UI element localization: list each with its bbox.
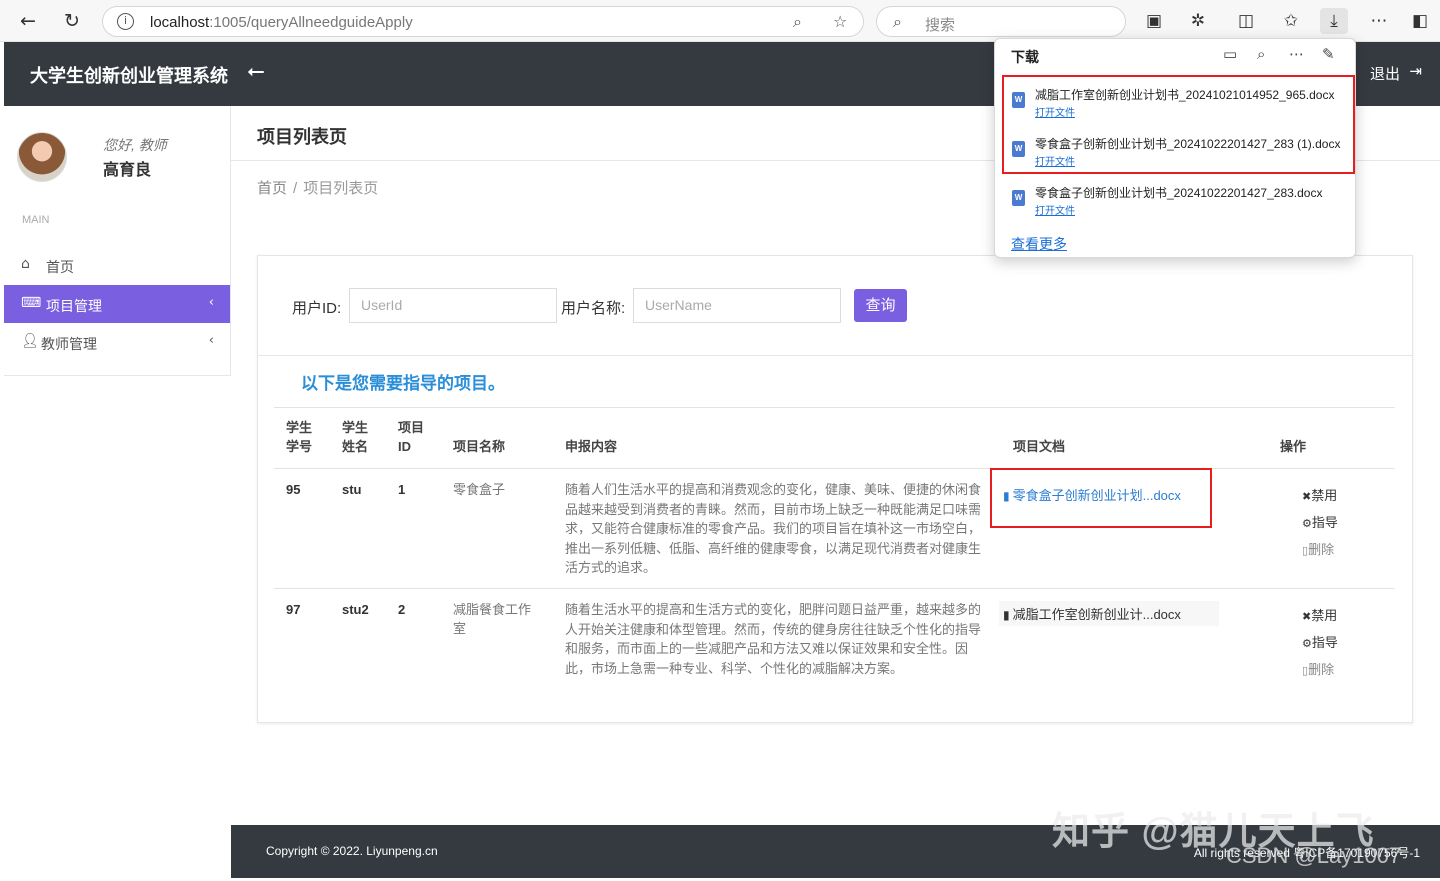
- browser-toolbar: ← ↻ i localhost:1005/queryAllneedguideAp…: [0, 0, 1440, 42]
- close-icon: ✖: [1302, 490, 1312, 503]
- cell-project-name: 减脂餐食工作室: [453, 602, 532, 636]
- table-top-border: [274, 407, 1395, 408]
- document-link[interactable]: ▮ 减脂工作室创新创业计...docx: [999, 601, 1219, 626]
- breadcrumb: 首页 / 项目列表页: [257, 177, 378, 198]
- notice-heading: 以下是您需要指导的项目。: [301, 374, 505, 393]
- open-file-link[interactable]: 打开文件: [1035, 202, 1075, 217]
- delete-button[interactable]: ▯删除: [1302, 659, 1334, 678]
- file-icon: ▮: [1003, 608, 1010, 622]
- gear-icon: ⚙: [1302, 517, 1312, 530]
- extensions-icon[interactable]: ✲: [1184, 8, 1212, 34]
- highlight-box-downloads: [1002, 75, 1355, 174]
- cell-content: 随着生活水平的提高和生活方式的变化，肥胖问题日益严重，越来越多的人开始关注健康和…: [565, 602, 982, 676]
- row-divider: [274, 588, 1395, 589]
- cell-project-name: 零食盒子: [453, 482, 506, 497]
- back-icon[interactable]: ←: [16, 9, 40, 33]
- reload-icon[interactable]: ↻: [60, 9, 84, 33]
- download-item[interactable]: W 零食盒子创新创业计划书_20241022201427_283.docx 打开…: [1007, 180, 1345, 224]
- collections-icon[interactable]: ▣: [1140, 8, 1168, 34]
- highlight-box-document: [990, 468, 1212, 528]
- avatar: [17, 132, 67, 182]
- site-info-icon[interactable]: i: [117, 13, 134, 30]
- search-icon[interactable]: ⌕: [1257, 45, 1265, 63]
- sidebar-item-projects[interactable]: ⌨ 项目管理 ‹: [4, 285, 230, 323]
- close-icon: ✖: [1302, 610, 1312, 623]
- gear-icon: ⚙: [1302, 637, 1312, 650]
- header-student-id: 学生 学号: [286, 420, 313, 454]
- cell-content: 随着人们生活水平的提高和消费观念的变化，健康、美味、便捷的休闲食品越来越受到消费…: [565, 482, 982, 576]
- sidebar-item-label: 项目管理: [46, 298, 102, 314]
- word-file-icon: W: [1012, 190, 1025, 206]
- chevron-left-icon: ‹: [208, 295, 214, 310]
- more-options-icon[interactable]: ⋯: [1289, 45, 1304, 63]
- cell-student-name: stu: [342, 482, 362, 497]
- folder-icon[interactable]: ▭: [1223, 45, 1237, 63]
- sidebar-item-teachers[interactable]: 👤︎ 教师管理 ‹: [4, 323, 230, 361]
- menu-section-label: MAIN: [22, 214, 50, 226]
- more-menu-icon[interactable]: ⋯: [1365, 8, 1393, 34]
- favorites-icon[interactable]: ✩: [1277, 8, 1305, 34]
- form-divider: [257, 355, 1413, 356]
- breadcrumb-current: 项目列表页: [303, 180, 379, 197]
- zoom-icon[interactable]: ⌕: [793, 12, 802, 32]
- header-project-name: 项目名称: [453, 439, 506, 454]
- url-text: localhost:1005/queryAllneedguideApply: [150, 14, 413, 31]
- user-icon: 👤︎: [21, 333, 39, 349]
- sidebar-item-label: 教师管理: [41, 336, 97, 352]
- sidebar-item-home[interactable]: ⌂ 首页: [4, 246, 230, 284]
- browser-search-box[interactable]: ⌕ 搜索: [876, 6, 1126, 37]
- disable-button[interactable]: ✖禁用: [1302, 605, 1337, 624]
- header-operations: 操作: [1280, 439, 1307, 454]
- header-student-name: 学生 姓名: [342, 420, 369, 454]
- breadcrumb-home[interactable]: 首页: [257, 180, 287, 197]
- disable-button[interactable]: ✖禁用: [1302, 485, 1337, 504]
- query-button[interactable]: 查询: [854, 289, 907, 322]
- search-icon: ⌕: [893, 12, 902, 31]
- greeting: 您好, 教师: [103, 137, 167, 153]
- userid-label: 用户ID:: [292, 300, 342, 317]
- favorite-star-icon[interactable]: ☆: [833, 12, 847, 31]
- username-label: 用户名称:: [561, 300, 626, 317]
- cell-project-id: 2: [398, 602, 406, 617]
- delete-button[interactable]: ▯删除: [1302, 539, 1334, 558]
- logout-link[interactable]: 退出: [1370, 63, 1400, 84]
- sidebar-item-label: 首页: [46, 259, 74, 275]
- cell-student-id: 95: [286, 482, 301, 497]
- keyboard-icon: ⌨: [21, 295, 42, 311]
- cell-project-id: 1: [398, 482, 406, 497]
- see-more-link[interactable]: 查看更多: [1011, 234, 1067, 254]
- pin-icon[interactable]: ✎: [1322, 45, 1335, 63]
- username-input[interactable]: UserName: [633, 288, 841, 323]
- split-screen-icon[interactable]: ◫: [1232, 8, 1260, 34]
- header-project-id: 项目 ID: [398, 420, 425, 454]
- address-bar[interactable]: i localhost:1005/queryAllneedguideApply …: [102, 6, 864, 37]
- watermark-csdn: CSDN @Lay1007: [1226, 843, 1402, 868]
- downloads-icon[interactable]: ⤓: [1320, 8, 1348, 34]
- guide-button[interactable]: ⚙指导: [1302, 632, 1338, 651]
- breadcrumb-separator: /: [293, 180, 298, 197]
- user-name: 高育良: [103, 162, 152, 179]
- header-document: 项目文档: [1013, 439, 1066, 454]
- copyright-text: Copyright © 2022. Liyunpeng.cn: [266, 844, 438, 858]
- cell-student-name: stu2: [342, 602, 369, 617]
- header-content: 申报内容: [565, 439, 618, 454]
- page-title: 项目列表页: [257, 127, 347, 147]
- downloads-title: 下载: [1011, 49, 1039, 65]
- logout-icon[interactable]: ⇥: [1409, 62, 1422, 80]
- app-title: 大学生创新创业管理系统: [30, 66, 228, 86]
- search-placeholder: 搜索: [925, 17, 956, 34]
- userid-input[interactable]: UserId: [349, 288, 557, 323]
- chevron-left-icon: ‹: [208, 333, 214, 348]
- sidebar: 您好, 教师 高育良 MAIN ⌂ 首页 ⌨ 项目管理 ‹ 👤︎ 教师管理 ‹: [4, 106, 231, 376]
- menu-toggle-icon[interactable]: ⭠: [247, 59, 265, 84]
- download-file-name: 零食盒子创新创业计划书_20241022201427_283.docx: [1035, 186, 1323, 200]
- home-icon: ⌂: [21, 256, 30, 272]
- sidebar-toggle-icon[interactable]: ◧: [1406, 8, 1434, 34]
- table-header-border: [274, 468, 1395, 469]
- cell-student-id: 97: [286, 602, 301, 617]
- guide-button[interactable]: ⚙指导: [1302, 512, 1338, 531]
